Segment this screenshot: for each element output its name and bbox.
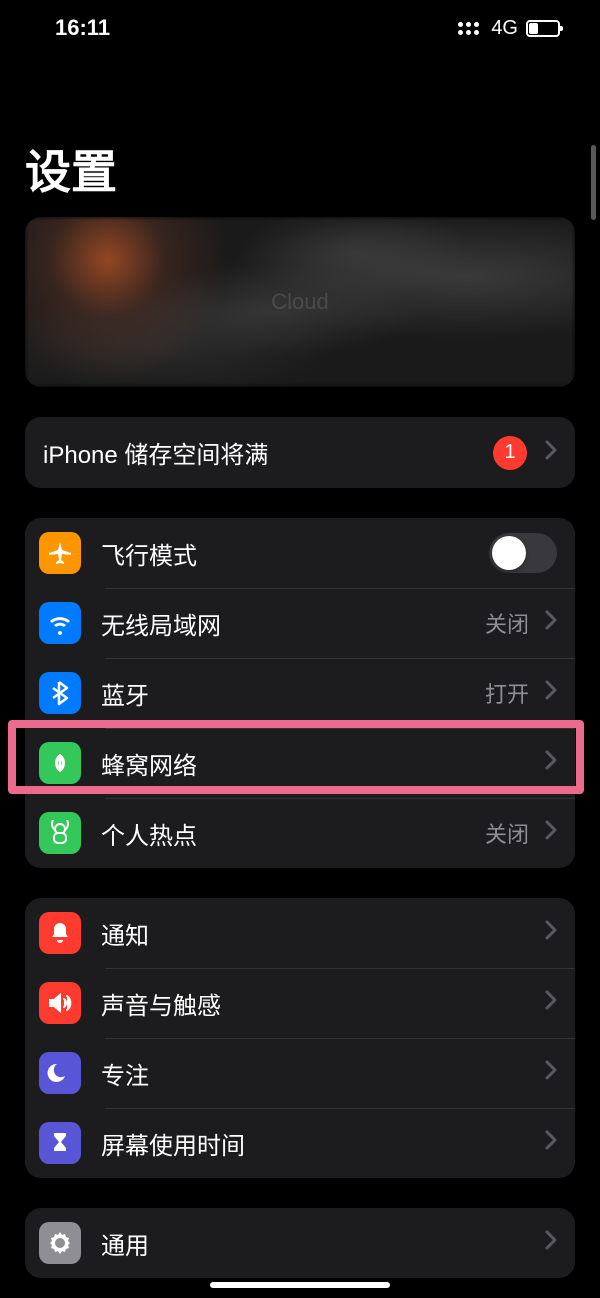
gear-icon (39, 1222, 81, 1264)
settings-group-connectivity: 飞行模式无线局域网关闭蓝牙打开蜂窝网络个人热点关闭 (25, 518, 575, 868)
chevron-right-icon (545, 680, 557, 706)
row-label: 屏幕使用时间 (101, 1126, 539, 1161)
speaker-icon (39, 982, 81, 1024)
chevron-right-icon (545, 440, 557, 466)
row-airplane[interactable]: 飞行模式 (25, 518, 575, 588)
status-time: 16:11 (55, 15, 110, 41)
bell-icon (39, 912, 81, 954)
row-value: 关闭 (485, 817, 529, 849)
row-bluetooth[interactable]: 蓝牙打开 (25, 658, 575, 728)
settings-group-general: 通用 (25, 1208, 575, 1278)
account-row[interactable]: Cloud (25, 217, 575, 387)
row-cellular[interactable]: 蜂窝网络 (25, 728, 575, 798)
row-label: 个人热点 (101, 816, 485, 851)
home-indicator[interactable] (210, 1282, 390, 1288)
row-sounds[interactable]: 声音与触感 (25, 968, 575, 1038)
hourglass-icon (39, 1122, 81, 1164)
chevron-right-icon (545, 1060, 557, 1086)
row-label: 声音与触感 (101, 986, 539, 1021)
row-label: 蓝牙 (101, 676, 485, 711)
airplane-icon (39, 532, 81, 574)
page-title: 设置 (0, 51, 600, 217)
row-hotspot[interactable]: 个人热点关闭 (25, 798, 575, 868)
settings-group-alerts: 通知声音与触感专注屏幕使用时间 (25, 898, 575, 1178)
row-screentime[interactable]: 屏幕使用时间 (25, 1108, 575, 1178)
storage-alert-label: iPhone 储存空间将满 (43, 435, 493, 470)
row-label: 通用 (101, 1226, 539, 1261)
chevron-right-icon (545, 920, 557, 946)
row-label: 蜂窝网络 (101, 746, 539, 781)
notification-badge: 1 (493, 436, 527, 470)
moon-icon (39, 1052, 81, 1094)
account-hint-text: Cloud (271, 289, 328, 315)
row-label: 通知 (101, 916, 539, 951)
chevron-right-icon (545, 610, 557, 636)
network-label: 4G (491, 17, 518, 40)
status-indicators: 4G (458, 17, 560, 40)
row-label: 无线局域网 (101, 606, 485, 641)
hotspot-icon (39, 812, 81, 854)
battery-icon (526, 20, 560, 37)
cellular-icon (39, 742, 81, 784)
wifi-icon (39, 602, 81, 644)
row-value: 关闭 (485, 607, 529, 639)
row-value: 打开 (485, 677, 529, 709)
toggle-switch[interactable] (489, 533, 557, 573)
row-general[interactable]: 通用 (25, 1208, 575, 1278)
chevron-right-icon (545, 750, 557, 776)
row-label: 专注 (101, 1056, 539, 1091)
row-notifications[interactable]: 通知 (25, 898, 575, 968)
storage-alert-row[interactable]: iPhone 储存空间将满 1 (25, 417, 575, 488)
row-focus[interactable]: 专注 (25, 1038, 575, 1108)
chevron-right-icon (545, 820, 557, 846)
chevron-right-icon (545, 990, 557, 1016)
chevron-right-icon (545, 1230, 557, 1256)
signal-icon (458, 22, 479, 35)
scroll-indicator (591, 145, 596, 220)
row-wifi[interactable]: 无线局域网关闭 (25, 588, 575, 658)
status-bar: 16:11 4G (0, 0, 600, 51)
row-label: 飞行模式 (101, 536, 489, 571)
bluetooth-icon (39, 672, 81, 714)
storage-group: iPhone 储存空间将满 1 (25, 417, 575, 488)
chevron-right-icon (545, 1130, 557, 1156)
